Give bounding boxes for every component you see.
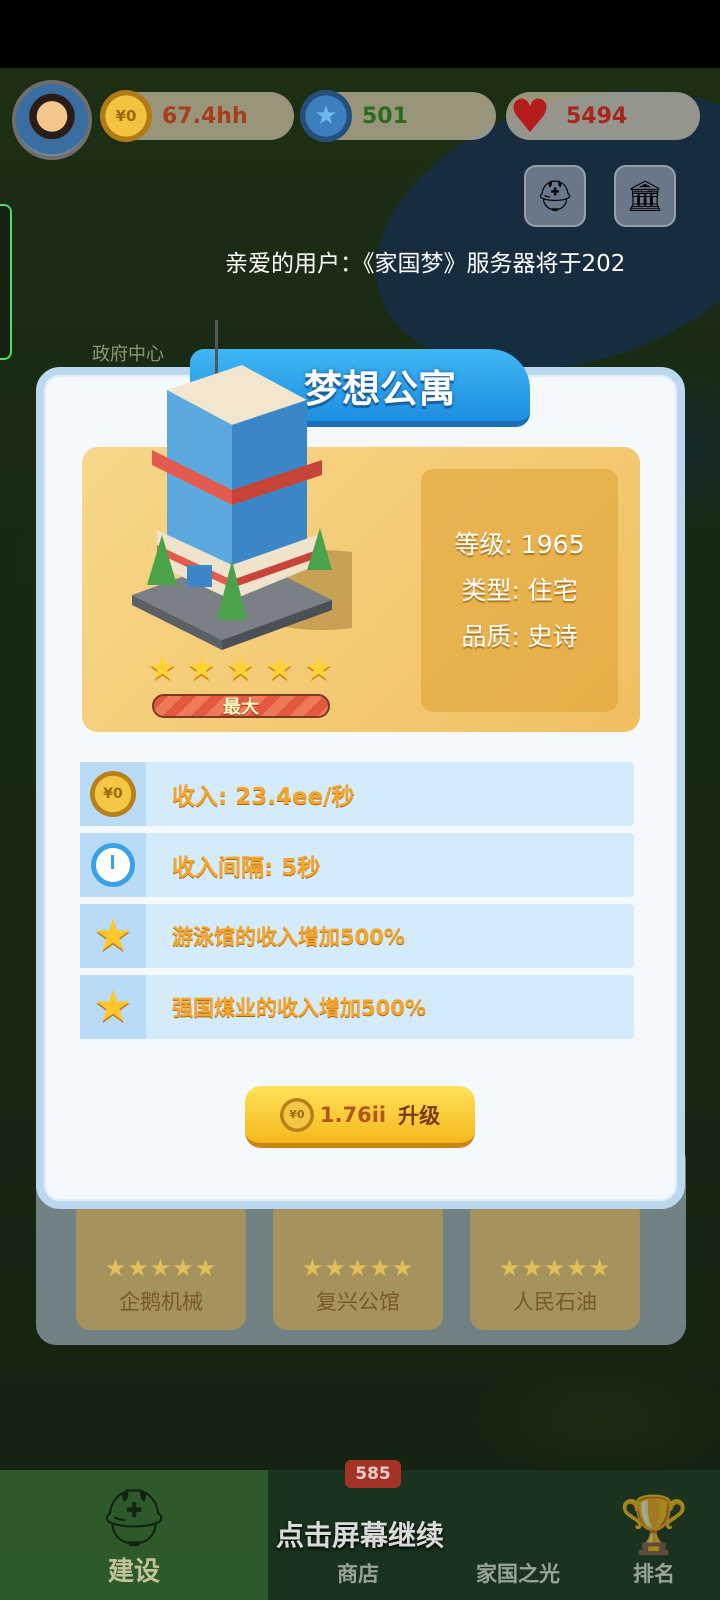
- level-text: 等级: 1965: [454, 529, 585, 559]
- card-stars: ★★★★★: [301, 1254, 415, 1282]
- star-icon: ★: [148, 649, 177, 687]
- hearts-counter: ♥ 5494: [506, 89, 700, 143]
- stars-value: 501: [362, 103, 408, 129]
- clock-icon: [91, 843, 135, 887]
- star-badge-icon: ★: [300, 90, 352, 142]
- star-icon: ★: [187, 649, 216, 687]
- card-name: 复兴公馆: [316, 1290, 400, 1314]
- stat-text: 收入: 23.4ee/秒: [172, 784, 355, 810]
- building-star-rating: ★ ★ ★ ★ ★: [148, 652, 333, 684]
- max-label: 最大: [223, 697, 259, 718]
- coin-icon: ¥0: [279, 1097, 314, 1132]
- star-icon: ★: [265, 649, 294, 687]
- building-info-box: 等级: 1965 类型: 住宅 品质: 史诗: [421, 469, 618, 712]
- card-stars: ★★★★★: [104, 1254, 218, 1282]
- notice-marquee: 亲爱的用户：《家国梦》服务器将于202: [225, 251, 626, 277]
- star-icon: ★: [93, 981, 133, 1032]
- stat-text: 游泳馆的收入增加500%: [172, 925, 405, 949]
- tap-to-continue-hint: 点击屏幕继续: [275, 1519, 444, 1552]
- stat-row-income: ¥0 收入: 23.4ee/秒: [80, 762, 634, 826]
- nav-label: 建设: [107, 1557, 160, 1587]
- star-icon: ★: [93, 910, 133, 961]
- stat-text: 强国煤业的收入增加500%: [172, 996, 426, 1020]
- event-icon[interactable]: ⛑: [524, 165, 586, 227]
- nav-label: 商店: [337, 1562, 379, 1586]
- quality-text: 品质: 史诗: [461, 621, 578, 651]
- card-name: 人民石油: [513, 1290, 597, 1314]
- coins-counter: ¥0 67.4hh: [100, 90, 294, 142]
- nav-label: 家国之光: [476, 1562, 560, 1586]
- coin-icon: ¥0: [90, 771, 136, 817]
- card-stars: ★★★★★: [498, 1254, 612, 1282]
- max-level-bar: 最大: [152, 694, 330, 718]
- stat-row-bonus-1: ★ 游泳馆的收入增加500%: [80, 904, 634, 968]
- nav-label: 排名: [633, 1562, 675, 1586]
- star-icon: ★: [304, 649, 333, 687]
- building-shop-icon[interactable]: 🏛: [614, 165, 676, 227]
- hearts-value: 5494: [566, 103, 628, 129]
- upgrade-label: 升级: [398, 1103, 441, 1128]
- heart-icon: ♥: [509, 89, 551, 143]
- building-illustration: [132, 320, 352, 650]
- stars-counter: ★ 501: [300, 90, 496, 142]
- card-name: 企鹅机械: [119, 1290, 203, 1314]
- shop-badge: 585: [345, 1460, 401, 1488]
- stat-row-interval: 收入间隔: 5秒: [80, 833, 634, 897]
- background-building-card: ★★★★★ 人民石油: [470, 1200, 640, 1330]
- coins-value: 67.4hh: [162, 103, 248, 129]
- stat-text: 收入间隔: 5秒: [172, 855, 321, 881]
- star-icon: ★: [226, 649, 255, 687]
- type-text: 类型: 住宅: [461, 575, 578, 605]
- background-building-card: ★★★★★ 复兴公馆: [273, 1200, 443, 1330]
- background-building-card: ★★★★★ 企鹅机械: [76, 1200, 246, 1330]
- player-avatar[interactable]: [12, 80, 92, 160]
- stat-row-bonus-2: ★ 强国煤业的收入增加500%: [80, 975, 634, 1039]
- upgrade-cost: 1.76ii: [319, 1102, 387, 1127]
- upgrade-button[interactable]: ¥0 1.76ii 升级: [245, 1086, 475, 1148]
- coin-icon: ¥0: [100, 90, 152, 142]
